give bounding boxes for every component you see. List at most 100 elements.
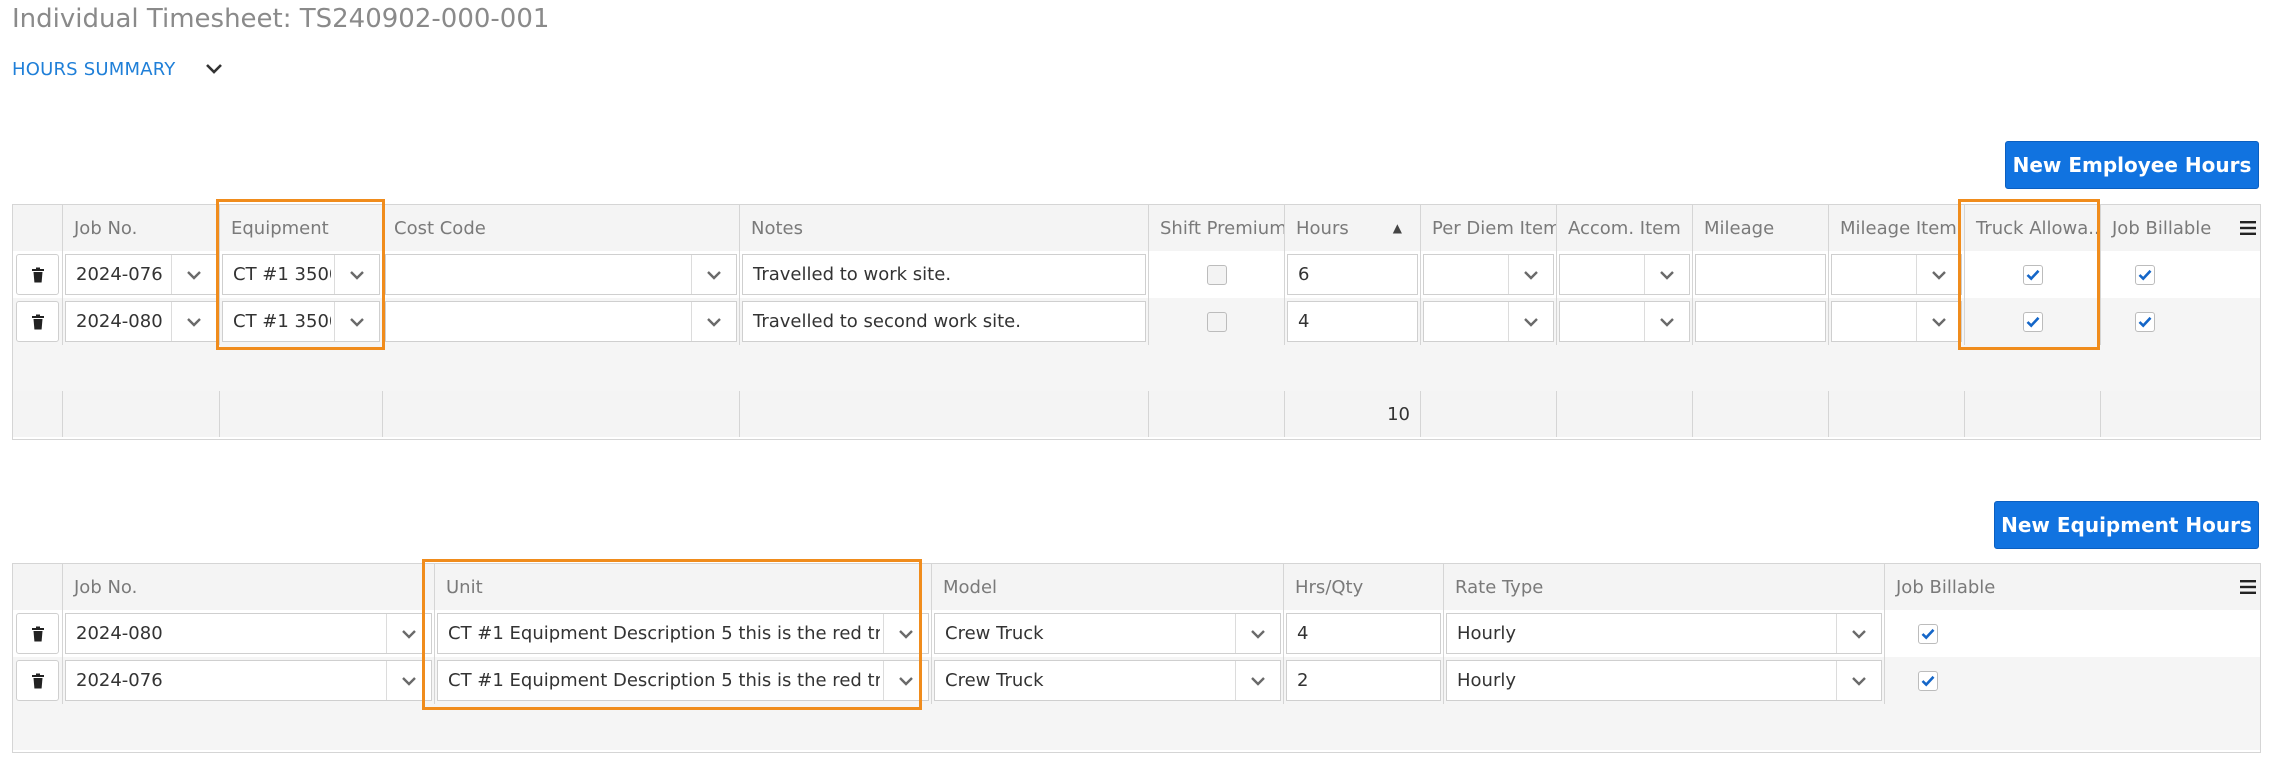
- employee-hours-grid: Job No. Equipment Cost Code Notes Shift …: [12, 204, 2261, 440]
- per-diem-item-combo[interactable]: [1423, 301, 1554, 342]
- job-billable-checkbox[interactable]: [1918, 623, 1938, 644]
- new-employee-hours-button[interactable]: New Employee Hours: [2005, 141, 2259, 189]
- chevron-down-icon[interactable]: [1644, 255, 1689, 294]
- grid-footer: 10: [13, 391, 2260, 437]
- job-no-combo[interactable]: 2024-076: [65, 660, 432, 701]
- chevron-down-icon[interactable]: [883, 614, 928, 653]
- chevron-down-icon[interactable]: [386, 614, 431, 653]
- hrs-qty-input[interactable]: 2: [1286, 660, 1441, 701]
- delete-row-button[interactable]: [16, 660, 59, 701]
- mileage-input[interactable]: [1695, 254, 1826, 295]
- equipment-combo[interactable]: CT #1 3500: [222, 301, 380, 342]
- col-hours-label: Hours: [1296, 217, 1349, 239]
- cost-code-combo[interactable]: [385, 301, 737, 342]
- accom-item-combo[interactable]: [1559, 301, 1690, 342]
- notes-input[interactable]: Travelled to work site.: [742, 254, 1146, 295]
- col-unit[interactable]: Unit: [435, 564, 932, 610]
- col-hrs-qty[interactable]: Hrs/Qty: [1284, 564, 1444, 610]
- delete-row-button[interactable]: [16, 254, 59, 295]
- chevron-down-icon[interactable]: [334, 302, 379, 341]
- col-job-no[interactable]: Job No.: [63, 205, 220, 251]
- model-combo[interactable]: Crew Truck: [934, 660, 1281, 701]
- rate-type-combo[interactable]: Hourly: [1446, 613, 1882, 654]
- col-per-diem-item[interactable]: Per Diem Item: [1421, 205, 1557, 251]
- hrs-qty-input[interactable]: 4: [1286, 613, 1441, 654]
- table-row[interactable]: 2024-076 CT #1 Equipment Description 5 t…: [13, 657, 2260, 705]
- check-icon: [2138, 316, 2152, 327]
- chevron-down-icon[interactable]: [691, 302, 736, 341]
- accom-item-combo[interactable]: [1559, 254, 1690, 295]
- job-no-combo[interactable]: 2024-076: [65, 254, 217, 295]
- mileage-item-combo[interactable]: [1831, 254, 1962, 295]
- chevron-down-icon[interactable]: [1916, 302, 1961, 341]
- column-menu-icon[interactable]: [2236, 564, 2260, 610]
- chevron-down-icon[interactable]: [171, 302, 216, 341]
- chevron-down-icon[interactable]: [1508, 302, 1553, 341]
- hours-summary-toggle[interactable]: HOURS SUMMARY: [12, 58, 225, 80]
- rate-type-combo[interactable]: Hourly: [1446, 660, 1882, 701]
- hours-input[interactable]: 6: [1287, 254, 1418, 295]
- chevron-down-icon[interactable]: [386, 661, 431, 700]
- col-cost-code[interactable]: Cost Code: [383, 205, 740, 251]
- shift-premium-checkbox[interactable]: [1206, 264, 1227, 285]
- truck-allowance-checkbox[interactable]: [2022, 264, 2043, 285]
- col-notes[interactable]: Notes: [740, 205, 1149, 251]
- table-row[interactable]: 2024-080 CT #1 3500 Travelled to second …: [13, 298, 2260, 346]
- per-diem-item-combo[interactable]: [1423, 254, 1554, 295]
- chevron-down-icon[interactable]: [1235, 661, 1280, 700]
- job-billable-checkbox[interactable]: [2135, 311, 2155, 332]
- chevron-down-icon[interactable]: [1508, 255, 1553, 294]
- mileage-item-combo[interactable]: [1831, 301, 1962, 342]
- job-billable-checkbox[interactable]: [1918, 670, 1938, 691]
- job-billable-checkbox[interactable]: [2135, 264, 2155, 285]
- table-row[interactable]: 2024-080 CT #1 Equipment Description 5 t…: [13, 610, 2260, 658]
- unit-combo[interactable]: CT #1 Equipment Description 5 this is th…: [437, 660, 929, 701]
- col-job-billable[interactable]: Job Billable: [2101, 205, 2236, 251]
- equipment-combo[interactable]: CT #1 3500: [222, 254, 380, 295]
- col-hours[interactable]: Hours ▲: [1285, 205, 1421, 251]
- chevron-down-icon[interactable]: [203, 58, 225, 80]
- job-no-combo[interactable]: 2024-080: [65, 613, 432, 654]
- chevron-down-icon[interactable]: [883, 661, 928, 700]
- table-row[interactable]: 2024-076 CT #1 3500 Travelled to work si…: [13, 251, 2260, 299]
- new-equipment-hours-button[interactable]: New Equipment Hours: [1994, 501, 2259, 549]
- job-no-combo[interactable]: 2024-080: [65, 301, 217, 342]
- notes-input[interactable]: Travelled to second work site.: [742, 301, 1146, 342]
- col-shift-premium[interactable]: Shift Premium: [1149, 205, 1285, 251]
- chevron-down-icon[interactable]: [691, 255, 736, 294]
- grid-empty-area: [13, 704, 2260, 750]
- grid-empty-area: [13, 345, 2260, 392]
- hours-summary-link[interactable]: HOURS SUMMARY: [12, 59, 175, 80]
- chevron-down-icon[interactable]: [1836, 661, 1881, 700]
- chevron-down-icon[interactable]: [1916, 255, 1961, 294]
- col-mileage[interactable]: Mileage: [1693, 205, 1829, 251]
- chevron-down-icon[interactable]: [171, 255, 216, 294]
- col-equipment[interactable]: Equipment: [220, 205, 383, 251]
- delete-row-button[interactable]: [16, 613, 59, 654]
- trash-icon: [31, 673, 44, 688]
- col-mileage-item[interactable]: Mileage Item: [1829, 205, 1965, 251]
- col-accom-item[interactable]: Accom. Item: [1557, 205, 1693, 251]
- col-model[interactable]: Model: [932, 564, 1284, 610]
- chevron-down-icon[interactable]: [1644, 302, 1689, 341]
- model-combo[interactable]: Crew Truck: [934, 613, 1281, 654]
- col-truck-allowance[interactable]: Truck Allowa...: [1965, 205, 2101, 251]
- chevron-down-icon[interactable]: [334, 255, 379, 294]
- mileage-input[interactable]: [1695, 301, 1826, 342]
- equipment-grid-header: Job No. Unit Model Hrs/Qty Rate Type Job…: [13, 564, 2260, 611]
- check-icon: [2026, 269, 2039, 280]
- truck-allowance-checkbox[interactable]: [2022, 311, 2043, 332]
- trash-icon: [31, 314, 44, 329]
- sort-asc-icon[interactable]: ▲: [1393, 221, 1402, 235]
- col-rate-type[interactable]: Rate Type: [1444, 564, 1885, 610]
- column-menu-icon[interactable]: [2236, 205, 2260, 251]
- col-job-billable[interactable]: Job Billable: [1885, 564, 2236, 610]
- cost-code-combo[interactable]: [385, 254, 737, 295]
- delete-row-button[interactable]: [16, 301, 59, 342]
- chevron-down-icon[interactable]: [1836, 614, 1881, 653]
- unit-combo[interactable]: CT #1 Equipment Description 5 this is th…: [437, 613, 929, 654]
- hours-input[interactable]: 4: [1287, 301, 1418, 342]
- chevron-down-icon[interactable]: [1235, 614, 1280, 653]
- shift-premium-checkbox[interactable]: [1206, 311, 1227, 332]
- col-job-no[interactable]: Job No.: [63, 564, 435, 610]
